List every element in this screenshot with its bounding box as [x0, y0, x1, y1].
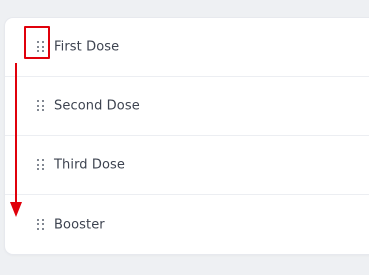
- list-item-label: Booster: [54, 217, 105, 232]
- list-item-booster[interactable]: Booster: [5, 195, 369, 254]
- drag-handle-icon[interactable]: [37, 159, 45, 171]
- divider: [5, 194, 369, 195]
- drag-handle-icon[interactable]: [37, 218, 45, 231]
- drag-direction-arrow-icon: [10, 63, 22, 217]
- divider: [5, 135, 369, 136]
- drag-handle-highlight-box: [24, 26, 50, 59]
- list-item-label: Second Dose: [54, 98, 140, 114]
- divider: [5, 76, 369, 77]
- list-item-label: Third Dose: [54, 157, 126, 173]
- list-item-second-dose[interactable]: Second Dose: [5, 77, 369, 135]
- list-item-first-dose[interactable]: First Dose: [5, 18, 369, 76]
- dose-list: First Dose Second Dose Third Dose Booste…: [5, 18, 369, 254]
- list-item-third-dose[interactable]: Third Dose: [5, 136, 369, 194]
- drag-handle-icon[interactable]: [37, 100, 45, 112]
- list-item-label: First Dose: [54, 39, 120, 55]
